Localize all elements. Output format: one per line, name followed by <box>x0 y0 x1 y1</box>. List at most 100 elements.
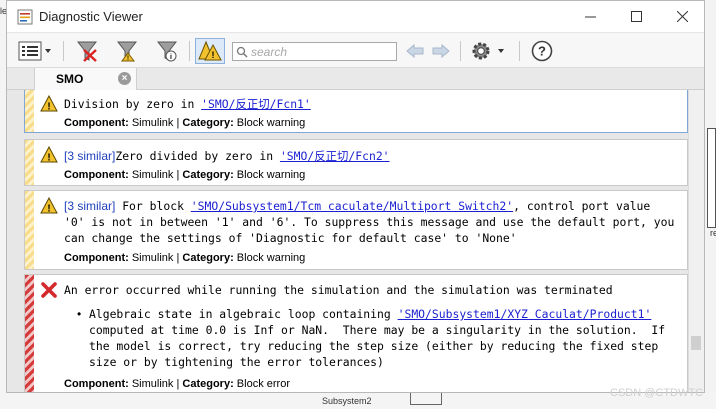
list-view-icon <box>18 41 51 61</box>
matlab-diagnostic-icon <box>17 9 33 25</box>
svg-text:!: ! <box>127 56 129 62</box>
component-value: Simulink <box>131 378 174 390</box>
message-suffix: , control port value <box>513 199 651 213</box>
category-label: Category: <box>182 252 234 264</box>
watermark: CSDN @CTDWTC <box>610 387 704 399</box>
settings-button[interactable] <box>469 38 509 64</box>
meta-separator: | <box>176 117 180 129</box>
warning-icon: ! <box>40 146 58 164</box>
category-value: Block warning <box>236 117 306 129</box>
filter-info-button[interactable]: i <box>153 38 181 64</box>
message-meta: Component: Simulink | Category: Block wa… <box>64 169 305 181</box>
warning-icon: ! <box>40 197 58 215</box>
tab-bar: SMO × <box>7 68 704 90</box>
category-value: Block warning <box>236 252 306 264</box>
forward-arrow-icon <box>432 44 450 58</box>
toolbar: ! i ! search ? <box>7 32 704 68</box>
warning-stripe <box>25 191 34 269</box>
block-link[interactable]: 'SMO/Subsystem1/Tcm caculate/Multiport S… <box>191 199 513 213</box>
message-line: '0' is not in between '1' and '6'. To su… <box>64 215 675 229</box>
toolbar-separator <box>519 41 520 61</box>
meta-separator: | <box>176 252 180 264</box>
back-arrow-icon <box>406 44 424 58</box>
title-bar[interactable]: Diagnostic Viewer <box>7 1 704 32</box>
warning-stripe <box>25 140 34 185</box>
list-view-button[interactable] <box>17 38 55 64</box>
similar-count[interactable]: [3 similar] <box>64 149 115 163</box>
filter-button[interactable]: ! <box>113 38 141 64</box>
minimize-icon <box>584 16 596 18</box>
subsystem-block <box>410 393 442 405</box>
warning-toggle-button[interactable]: ! <box>195 38 225 64</box>
block-link[interactable]: 'SMO/反正切/Fcn2' <box>280 149 390 163</box>
warning-message[interactable]: ! [3 similar] For block 'SMO/Subsystem1/… <box>24 190 688 270</box>
svg-text:!: ! <box>47 102 50 113</box>
tab-close-icon[interactable]: × <box>118 72 131 85</box>
maximize-button[interactable] <box>613 1 659 32</box>
back-button[interactable] <box>404 38 426 64</box>
message-text: Division by zero in 'SMO/反正切/Fcn1' <box>64 96 311 112</box>
bullet: • <box>77 307 82 321</box>
error-x-icon <box>41 282 57 298</box>
search-icon <box>236 46 248 58</box>
error-detail-line: computed at time 0.0 is Inf or NaN. Ther… <box>89 323 666 337</box>
error-stripe <box>25 275 34 392</box>
message-meta: Component: Simulink | Category: Block er… <box>64 378 290 390</box>
message-line: can change the settings of 'Diagnostic f… <box>64 231 517 245</box>
svg-text:!: ! <box>47 153 50 164</box>
warning-stripe <box>25 90 34 132</box>
warning-icon: ! <box>40 95 58 113</box>
filter-info-icon: i <box>156 41 178 62</box>
warning-message[interactable]: ! [3 similar]Zero divided by zero in 'SM… <box>24 139 688 186</box>
svg-text:?: ? <box>538 44 546 59</box>
diagnostic-viewer-window: Diagnostic Viewer ! i ! search ? SMO × !… <box>6 0 705 393</box>
vertical-scrollbar[interactable] <box>688 90 704 392</box>
svg-text:!: ! <box>47 204 50 215</box>
clear-filter-button[interactable] <box>73 38 101 64</box>
block-link[interactable]: 'SMO/Subsystem1/XYZ Caculat/Product1' <box>398 307 652 321</box>
tab-smo[interactable]: SMO × <box>34 68 137 90</box>
category-label: Category: <box>182 169 234 181</box>
scrollbar-thumb[interactable] <box>691 336 701 350</box>
help-button[interactable]: ? <box>529 38 555 64</box>
background-right-text: re <box>710 228 716 238</box>
category-value: Block error <box>236 378 290 390</box>
message-prefix: Zero divided by zero in <box>115 149 280 163</box>
toolbar-separator <box>460 41 461 61</box>
meta-separator: | <box>176 378 180 390</box>
similar-count[interactable]: [3 similar] <box>64 199 115 213</box>
tab-label: SMO <box>56 72 84 86</box>
category-label: Category: <box>182 378 234 390</box>
close-button[interactable] <box>659 1 704 32</box>
category-value: Block warning <box>236 169 306 181</box>
help-icon: ? <box>531 40 553 62</box>
background-right-strip: re <box>705 0 716 409</box>
maximize-icon <box>630 11 642 22</box>
diagnostic-message-list: ! Division by zero in 'SMO/反正切/Fcn1' Com… <box>7 90 704 392</box>
warning-message[interactable]: ! Division by zero in 'SMO/反正切/Fcn1' Com… <box>24 90 688 133</box>
message-meta: Component: Simulink | Category: Block wa… <box>64 252 305 264</box>
error-detail-line: the model is correct, try reducing the s… <box>89 339 659 353</box>
message-prefix: Division by zero in <box>64 97 202 111</box>
toolbar-separator <box>63 41 64 61</box>
message-text: [3 similar]Zero divided by zero in 'SMO/… <box>64 148 390 164</box>
block-link[interactable]: 'SMO/反正切/Fcn1' <box>201 97 311 111</box>
search-box[interactable] <box>232 42 397 61</box>
search-input[interactable] <box>251 44 391 59</box>
component-label: Component: <box>64 169 129 181</box>
component-value: Simulink <box>131 252 174 264</box>
toolbar-separator <box>189 41 190 61</box>
error-message[interactable]: An error occurred while running the simu… <box>24 274 688 392</box>
subsystem-label: Subsystem2 <box>322 396 372 406</box>
message-meta: Component: Simulink | Category: Block wa… <box>64 117 305 129</box>
component-label: Component: <box>64 378 129 390</box>
forward-button[interactable] <box>430 38 452 64</box>
error-headline: An error occurred while running the simu… <box>64 283 613 297</box>
clear-filter-icon <box>76 41 98 62</box>
warning-toggle-icon: ! <box>198 40 222 61</box>
gear-icon <box>472 42 504 60</box>
svg-text:!: ! <box>212 50 215 60</box>
close-icon <box>676 11 688 22</box>
minimize-button[interactable] <box>567 1 613 32</box>
error-detail: Algebraic state in algebraic loop contai… <box>89 307 651 321</box>
